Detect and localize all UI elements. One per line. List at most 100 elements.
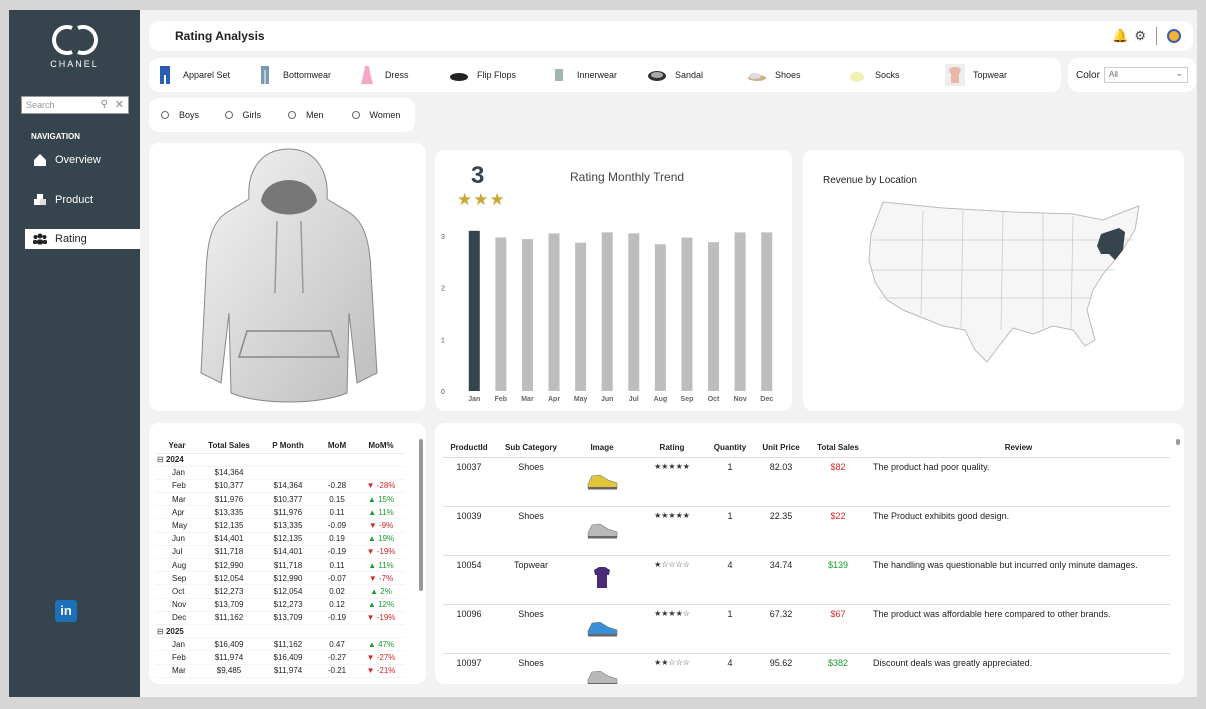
quantity-cell: 1	[707, 604, 753, 654]
col-header-total-sales[interactable]: Total Sales	[199, 439, 259, 454]
color-filter-label: Color	[1076, 70, 1100, 81]
month-cell: Feb	[155, 479, 199, 494]
nav-item-product[interactable]: Product	[25, 190, 140, 210]
bar-may[interactable]	[575, 242, 587, 391]
total-sales-cell: $11,718	[199, 545, 259, 560]
y-tick-label: 0	[441, 389, 445, 396]
bar-aug[interactable]	[654, 244, 666, 391]
col-header-review[interactable]: Review	[867, 439, 1170, 458]
category-shoes[interactable]: Shoes	[747, 64, 847, 86]
category-apparel-set[interactable]: Apparel Set	[155, 64, 255, 86]
product-id-cell: 10037	[443, 457, 495, 507]
col-header-unit-price[interactable]: Unit Price	[753, 439, 809, 458]
mom-cell: -0.07	[317, 571, 357, 586]
mom-cell: -0.21	[317, 664, 357, 678]
product-detail-table: ProductId Sub Category Image Rating Quan…	[435, 423, 1184, 684]
running-shoe-grey-image	[587, 670, 618, 684]
col-header-sub-category[interactable]: Sub Category	[495, 439, 567, 458]
col-header-year[interactable]: Year	[155, 439, 199, 454]
bar-dec[interactable]	[761, 232, 773, 391]
category-socks[interactable]: Socks	[847, 64, 945, 86]
clear-search-icon[interactable]: ✕	[115, 98, 124, 111]
prev-month-cell: $11,718	[259, 558, 317, 573]
category-sandal[interactable]: Sandal	[647, 64, 747, 86]
mom-pct-cell: ▲ 15%	[357, 492, 405, 507]
year-group-row[interactable]: ⊟ 2025	[155, 624, 405, 639]
col-header-productid[interactable]: ProductId	[443, 439, 495, 458]
gear-icon[interactable]: ⚙	[1134, 28, 1146, 44]
radio-women[interactable]: Women	[351, 110, 416, 120]
apparel-set-thumb	[160, 66, 170, 84]
col-header-total-sales[interactable]: Total Sales	[809, 439, 867, 458]
table-row[interactable]: 10097 Shoes ★★☆☆☆ 4 95.62 $382 Discount deals …	[443, 653, 1170, 684]
avatar[interactable]	[1167, 29, 1181, 43]
brand-name: CHANEL	[50, 59, 99, 69]
bar-apr[interactable]	[548, 233, 560, 391]
chevron-down-icon: ⌄	[1175, 68, 1183, 78]
category-innerwear[interactable]: Innerwear	[549, 64, 647, 86]
category-bottomwear[interactable]: Bottomwear	[255, 64, 357, 86]
bar-jul[interactable]	[628, 233, 640, 391]
product-image-card	[149, 143, 426, 411]
year-group-row[interactable]: ⊟ 2024	[155, 453, 405, 467]
col-header-mom-pct[interactable]: MoM%	[357, 439, 405, 454]
x-tick-label: Oct	[708, 396, 720, 403]
col-header-quantity[interactable]: Quantity	[707, 439, 753, 458]
running-shoe-blue-image	[587, 621, 618, 636]
category-flip-flops[interactable]: Flip Flops	[449, 64, 549, 86]
bar-feb[interactable]	[495, 237, 507, 391]
rating-stars-cell: ★☆☆☆☆	[637, 555, 707, 605]
radio-boys[interactable]: Boys	[161, 110, 225, 120]
quantity-cell: 4	[707, 555, 753, 605]
col-header-p-month[interactable]: P Month	[259, 439, 317, 454]
mom-pct-cell: ▲ 11%	[357, 558, 405, 573]
search-icon[interactable]: ⚲	[101, 99, 108, 110]
year-label: 2025	[165, 626, 184, 636]
nav-item-overview[interactable]: Overview	[25, 150, 140, 170]
table-row[interactable]: 10037 Shoes ★★★★★ 1 82.03 $82 The product had …	[443, 457, 1170, 507]
search-input[interactable]: Search ⚲ ✕	[21, 96, 129, 114]
table-row[interactable]: 10039 Shoes ★★★★★ 1 22.35 $22 The Product exhi…	[443, 506, 1170, 556]
revenue-map-card: Revenue by Location	[803, 150, 1184, 411]
month-cell: Feb	[155, 650, 199, 665]
bar-sep[interactable]	[681, 237, 693, 391]
radio-men[interactable]: Men	[288, 110, 352, 120]
product-id-cell: 10096	[443, 604, 495, 654]
col-header-rating[interactable]: Rating	[637, 439, 707, 458]
month-cell: Dec	[155, 611, 199, 625]
nav-item-rating[interactable]: Rating	[25, 229, 140, 249]
prev-month-cell	[259, 466, 317, 480]
bar-jan[interactable]	[468, 230, 480, 391]
sub-category-cell: Topwear	[495, 555, 567, 605]
x-tick-label: Jun	[601, 396, 613, 403]
collapse-icon[interactable]: ⊟	[157, 455, 166, 464]
category-topwear[interactable]: Topwear	[945, 64, 1045, 86]
total-sales-cell: $67	[809, 604, 867, 654]
col-header-mom[interactable]: MoM	[317, 439, 357, 454]
bar-mar[interactable]	[521, 239, 533, 391]
x-tick-label: Apr	[548, 396, 560, 403]
radio-girls[interactable]: Girls	[224, 110, 289, 120]
product-image-cell	[567, 653, 637, 684]
linkedin-icon[interactable]: in	[55, 600, 77, 622]
bar-jun[interactable]	[601, 232, 613, 391]
table-row[interactable]: 10096 Shoes ★★★★☆ 1 67.32 $67 The product was …	[443, 604, 1170, 654]
scrollbar[interactable]	[419, 439, 423, 591]
month-cell: Jan	[155, 637, 199, 652]
bar-nov[interactable]	[734, 232, 746, 391]
col-header-image[interactable]: Image	[567, 439, 637, 458]
bar-oct[interactable]	[708, 242, 720, 391]
nav-item-label: Product	[55, 194, 93, 206]
mom-cell: 0.19	[317, 532, 357, 546]
collapse-icon[interactable]: ⊟	[157, 627, 166, 636]
rating-trend-card: 3 ★★★ Rating Monthly Trend 0 1 2 3 Jan Feb Mar…	[435, 150, 792, 411]
y-tick-label: 1	[441, 337, 445, 344]
notification-settings-icon[interactable]: 🔔	[1112, 28, 1128, 44]
table-row[interactable]: 10054 Topwear ★☆☆☆☆ 4 34.74 $139 The handling …	[443, 555, 1170, 605]
mom-cell: -0.19	[317, 545, 357, 560]
product-image-cell	[567, 457, 637, 507]
color-dropdown[interactable]: All ⌄	[1104, 67, 1188, 83]
category-dress[interactable]: Dress	[357, 64, 449, 86]
scrollbar[interactable]	[1176, 439, 1180, 445]
sub-category-cell: Shoes	[495, 653, 567, 684]
